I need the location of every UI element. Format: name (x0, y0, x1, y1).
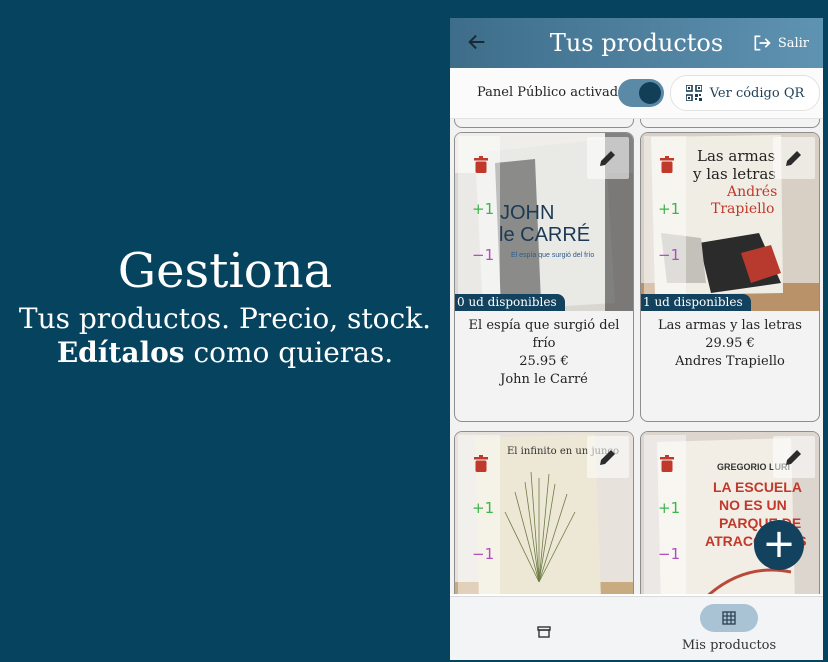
cover-text: El espía que surgió del frío (511, 252, 594, 259)
plus-icon: + (762, 521, 796, 567)
cover-text: le CARRÉ (499, 223, 590, 246)
increment-stock-button[interactable]: +1 (658, 499, 680, 517)
panel-controls: Panel Público activado Ver código QR (450, 68, 823, 119)
edit-button[interactable] (587, 436, 629, 478)
cover-text: JOHN (500, 202, 554, 224)
product-author: Andres Trapiello (675, 354, 785, 369)
decrement-stock-button[interactable]: −1 (472, 545, 494, 563)
product-card-partial[interactable] (640, 119, 820, 128)
increment-stock-button[interactable]: +1 (472, 499, 494, 517)
promo-text: Gestiona Tus productos. Precio, stock. E… (0, 240, 450, 370)
increment-stock-button[interactable]: +1 (658, 200, 680, 218)
promo-line-2-rest: como quieras. (184, 336, 394, 369)
top-app-bar: Tus productos Salir (450, 18, 823, 68)
cover-text: NO ES UN (719, 497, 787, 513)
toggle-knob (639, 82, 661, 104)
public-panel-toggle[interactable] (618, 79, 664, 107)
logout-button[interactable]: Salir (752, 33, 809, 53)
view-qr-label: Ver código QR (709, 85, 805, 101)
stock-controls: +1 −1 (458, 435, 500, 594)
edit-button[interactable] (587, 137, 629, 179)
cover-text: y las letras (692, 165, 776, 183)
stock-badge: 0 ud disponibles (455, 294, 565, 311)
stock-controls: +1 −1 (458, 136, 500, 306)
trash-icon[interactable] (474, 455, 488, 472)
cover-text: Trapiello (711, 201, 775, 217)
edit-button[interactable] (773, 436, 815, 478)
promo-line-2-bold: Edítalos (56, 336, 185, 369)
product-price: 25.95 € (519, 354, 569, 369)
product-title: El espía que surgió del frío (468, 318, 620, 351)
stock-badge: 1 ud disponibles (641, 294, 751, 311)
nav-my-products[interactable] (700, 604, 758, 632)
edit-button[interactable] (773, 137, 815, 179)
product-info: Las armas y las letras 29.95 € Andres Tr… (641, 317, 819, 371)
product-card[interactable]: GREGORIO LURI LA ESCUELA NO ES UN PARQUE… (640, 431, 820, 594)
product-price: 29.95 € (705, 336, 755, 351)
qr-code-icon (685, 85, 702, 101)
nav-my-products-label: Mis productos (681, 638, 777, 653)
logout-label: Salir (777, 35, 809, 51)
decrement-stock-button[interactable]: −1 (658, 545, 680, 563)
pencil-icon (786, 151, 801, 166)
trash-icon[interactable] (660, 156, 674, 173)
cover-text: Las armas (697, 147, 775, 165)
stock-controls: +1 −1 (644, 435, 686, 594)
promo-headline: Gestiona (117, 243, 333, 299)
product-author: John le Carré (500, 372, 588, 387)
public-panel-label: Panel Público activado (477, 85, 626, 100)
product-card-partial[interactable] (454, 119, 634, 128)
product-info: El espía que surgió del frío 25.95 € Joh… (455, 317, 633, 389)
grid-icon (722, 611, 736, 625)
view-qr-button[interactable]: Ver código QR (670, 75, 820, 111)
product-card[interactable]: JOHN le CARRÉ El espía que surgió del fr… (454, 132, 634, 422)
logout-icon (754, 35, 771, 51)
pencil-icon (786, 450, 801, 465)
stock-controls: +1 −1 (644, 136, 686, 306)
trash-icon[interactable] (660, 455, 674, 472)
promo-line-1: Tus productos. Precio, stock. (18, 302, 432, 335)
product-title: Las armas y las letras (658, 318, 802, 333)
store-icon[interactable] (537, 626, 551, 638)
pencil-icon (600, 151, 615, 166)
increment-stock-button[interactable]: +1 (472, 200, 494, 218)
trash-icon[interactable] (474, 156, 488, 173)
add-product-button[interactable]: + (754, 520, 804, 570)
bottom-navigation: Mis productos (450, 596, 823, 660)
app-window: Tus productos Salir Panel Público activa… (450, 18, 823, 660)
product-card[interactable]: El infinito en un junco +1 −1 (454, 431, 634, 594)
pencil-icon (600, 450, 615, 465)
cover-text: Andrés (726, 184, 777, 200)
decrement-stock-button[interactable]: −1 (472, 246, 494, 264)
product-card[interactable]: Las armas y las letras Andrés Trapiello … (640, 132, 820, 422)
cover-text: LA ESCUELA (713, 479, 802, 495)
decrement-stock-button[interactable]: −1 (658, 246, 680, 264)
promo-line-2: Edítalos como quieras. (0, 336, 450, 370)
